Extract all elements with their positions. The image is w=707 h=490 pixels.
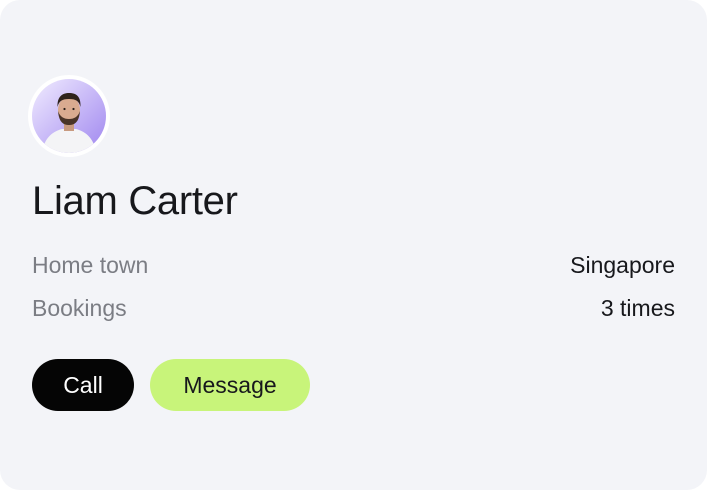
hometown-label: Home town (32, 251, 149, 278)
message-button[interactable]: Message (150, 359, 310, 411)
profile-card: Liam Carter Home town Singapore Bookings… (0, 0, 707, 490)
avatar (28, 75, 110, 157)
person-avatar-icon (32, 79, 106, 153)
profile-name: Liam Carter (32, 179, 238, 223)
bookings-value: 3 times (600, 294, 675, 321)
bookings-label: Bookings (32, 294, 127, 321)
call-button[interactable]: Call (32, 359, 134, 411)
hometown-row: Home town Singapore (32, 250, 675, 280)
hometown-value: Singapore (570, 251, 675, 278)
bookings-row: Bookings 3 times (32, 293, 675, 323)
